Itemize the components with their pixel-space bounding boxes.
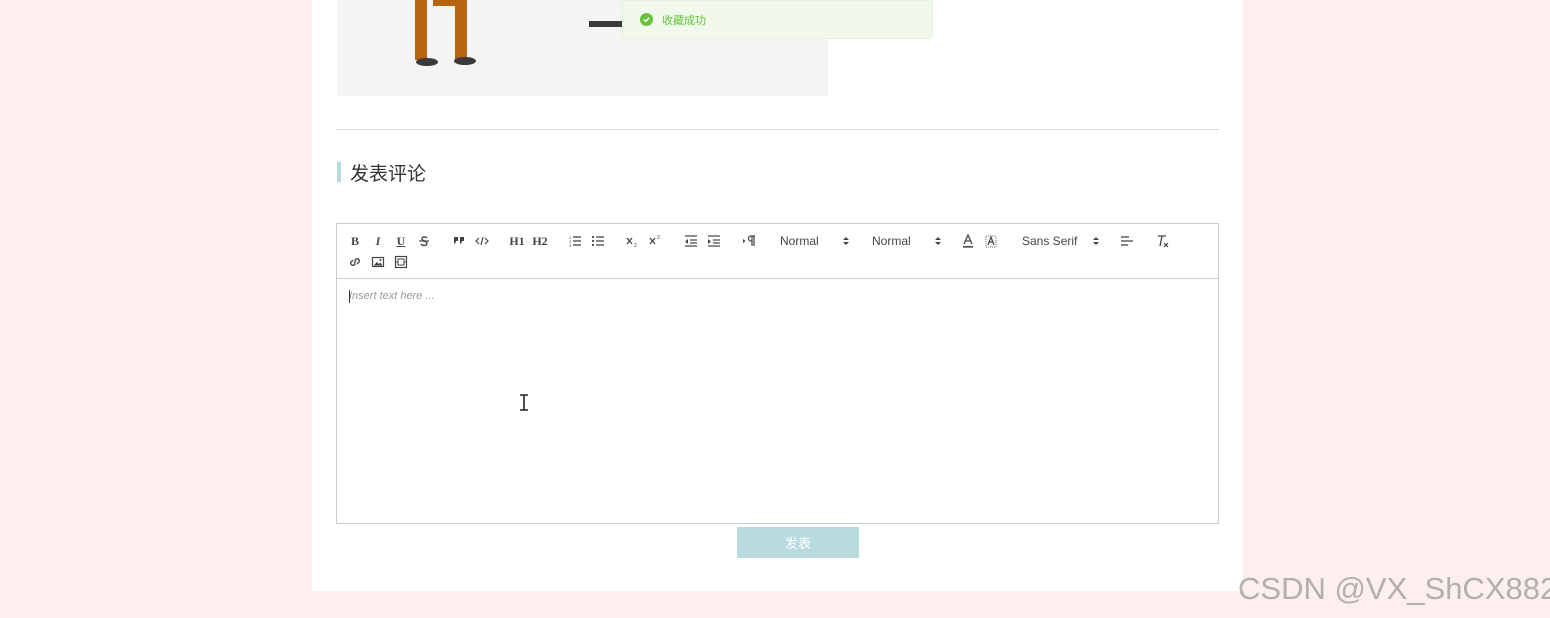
image-icon[interactable] xyxy=(369,253,387,271)
header-1-button[interactable]: H1 xyxy=(507,232,527,250)
check-circle-icon xyxy=(640,13,653,26)
background-color-icon[interactable] xyxy=(982,232,1000,250)
submit-comment-button[interactable]: 发表 xyxy=(737,527,859,558)
outdent-icon[interactable] xyxy=(682,232,700,250)
svg-text:3: 3 xyxy=(569,243,572,248)
bold-button[interactable]: B xyxy=(346,232,364,250)
toast-message: 收藏成功 xyxy=(662,14,706,27)
header-picker[interactable]: Normal xyxy=(872,232,942,250)
csdn-watermark: CSDN @VX_ShCX8820 xyxy=(1238,571,1550,606)
video-icon[interactable] xyxy=(392,253,410,271)
svg-text:2: 2 xyxy=(657,235,660,241)
strike-icon[interactable] xyxy=(415,232,433,250)
superscript-icon[interactable]: 2 xyxy=(646,232,664,250)
picker-arrow-icon xyxy=(935,237,941,245)
editor-content-area[interactable]: Insert text here ... xyxy=(337,280,1218,523)
font-picker[interactable]: Sans Serif xyxy=(1022,232,1100,250)
comment-section-header: 发表评论 xyxy=(337,161,427,185)
text-direction-icon[interactable] xyxy=(740,232,758,250)
clear-format-icon[interactable] xyxy=(1153,232,1171,250)
size-picker[interactable]: Normal xyxy=(780,232,850,250)
editor-toolbar: B I U H1 H2 123 2 2 Normal Normal Sans S… xyxy=(337,224,1218,279)
ordered-list-icon[interactable]: 123 xyxy=(566,232,584,250)
success-toast: 收藏成功 xyxy=(622,0,933,39)
bullet-list-icon[interactable] xyxy=(589,232,607,250)
section-title: 发表评论 xyxy=(350,163,427,185)
editor-placeholder: Insert text here ... xyxy=(349,290,435,302)
blockquote-icon[interactable] xyxy=(450,232,468,250)
code-block-icon[interactable] xyxy=(473,232,491,250)
picker-arrow-icon xyxy=(843,237,849,245)
rich-text-editor: B I U H1 H2 123 2 2 Normal Normal Sans S… xyxy=(336,223,1219,524)
subscript-icon[interactable]: 2 xyxy=(623,232,641,250)
header-2-button[interactable]: H2 xyxy=(530,232,550,250)
underline-button[interactable]: U xyxy=(392,232,410,250)
picker-arrow-icon xyxy=(1093,237,1099,245)
link-icon[interactable] xyxy=(346,253,364,271)
section-divider xyxy=(336,129,1219,130)
section-accent-bar xyxy=(337,162,341,182)
indent-icon[interactable] xyxy=(705,232,723,250)
text-caret xyxy=(349,290,350,303)
font-color-icon[interactable] xyxy=(959,232,977,250)
size-picker-label: Normal xyxy=(780,234,819,248)
header-picker-label: Normal xyxy=(872,234,911,248)
text-cursor-icon xyxy=(520,394,528,411)
font-picker-label: Sans Serif xyxy=(1022,234,1078,248)
align-left-icon[interactable] xyxy=(1118,232,1136,250)
svg-text:2: 2 xyxy=(634,243,637,248)
italic-button[interactable]: I xyxy=(369,232,387,250)
